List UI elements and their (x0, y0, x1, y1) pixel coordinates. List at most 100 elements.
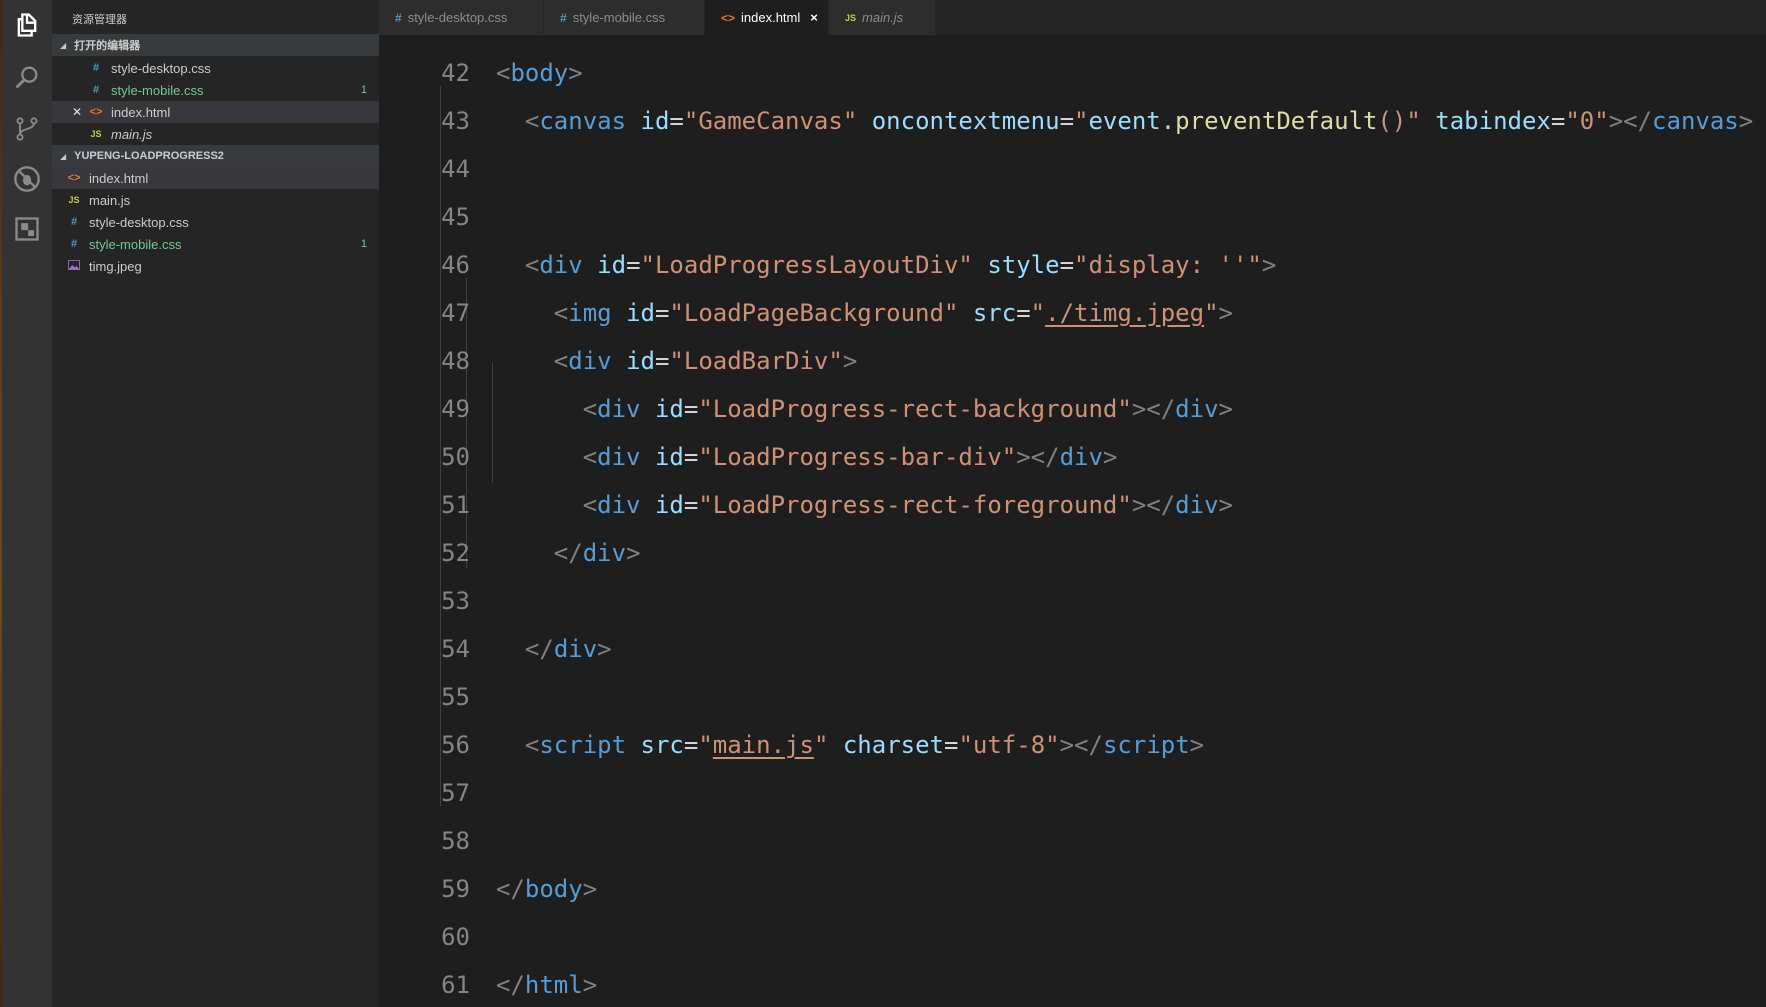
code-token: id (597, 251, 627, 279)
window-edge (0, 0, 2, 1007)
code-line[interactable]: 55 (379, 673, 1766, 721)
code-line[interactable]: 54 </div> (379, 625, 1766, 673)
code-token: oncontextmenu (871, 107, 1060, 135)
code-token: < (582, 491, 598, 519)
line-number: 54 (441, 635, 470, 663)
line-number: 61 (441, 971, 470, 999)
code-token: id (654, 395, 684, 423)
code-line[interactable]: 57 (379, 769, 1766, 817)
code-token: "0" (1565, 107, 1609, 135)
collapse-triangle-icon: ◢ (60, 151, 67, 161)
code-token: " (1030, 299, 1046, 327)
code-text: <div id="LoadProgress-rect-background"><… (496, 385, 1233, 433)
code-token: div (1175, 491, 1219, 519)
line-number: 43 (441, 107, 470, 135)
tab-main-js[interactable]: JS main.js (829, 0, 936, 35)
line-number: 57 (441, 779, 470, 807)
code-line[interactable]: 44 (379, 145, 1766, 193)
code-line[interactable]: 48 <div id="LoadBarDiv"> (379, 337, 1766, 385)
line-number: 52 (441, 539, 470, 567)
code-token: > (1218, 395, 1233, 423)
code-text: <img id="LoadPageBackground" src="./timg… (496, 289, 1233, 337)
image-icon (67, 259, 81, 273)
problem-badge: 1 (360, 84, 367, 96)
code-token: = (683, 491, 699, 519)
source-control-icon[interactable] (12, 114, 42, 144)
code-token: </ (553, 539, 583, 567)
tree-item[interactable]: timg.jpeg (52, 255, 379, 277)
code-token: "LoadBarDiv" (669, 347, 843, 375)
explorer-icon[interactable] (12, 10, 42, 40)
tab-label: main.js (862, 10, 904, 25)
code-token: ></ (1016, 443, 1060, 471)
code-token: = (654, 299, 670, 327)
code-text: <div id="LoadBarDiv"> (496, 337, 857, 385)
line-number: 53 (441, 587, 470, 615)
tab-close-icon[interactable]: × (810, 10, 818, 25)
search-icon[interactable] (12, 62, 42, 92)
code-token: " (1074, 107, 1089, 135)
css-file-icon: # (92, 62, 100, 74)
code-token: body (510, 59, 569, 87)
code-token: = (1059, 251, 1075, 279)
code-token: = (944, 731, 959, 759)
debug-icon[interactable] (12, 164, 42, 194)
project-header[interactable]: ◢ YUPENG-LOADPROGRESS2 (52, 145, 379, 167)
tree-item[interactable]: # style-mobile.css 1 (52, 233, 379, 255)
code-editor[interactable]: 42 <body> 43 <canvas id="GameCanvas" oncon… (379, 35, 1766, 1007)
code-token: = (683, 395, 699, 423)
tree-item[interactable]: # style-desktop.css (52, 211, 379, 233)
code-token: ></ (1059, 731, 1103, 759)
code-line[interactable]: 50 <div id="LoadProgress-bar-div"></div> (379, 433, 1766, 481)
code-token: = (669, 107, 684, 135)
open-editor-item[interactable]: # style-mobile.css 1 (52, 79, 379, 101)
code-token: "LoadProgress-rect-foreground" (698, 491, 1132, 519)
tab-label: style-desktop.css (407, 10, 508, 25)
code-line[interactable]: 60 (379, 913, 1766, 961)
code-token: < (582, 443, 598, 471)
code-token: canvas (1652, 107, 1739, 135)
code-line[interactable]: 47 <img id="LoadPageBackground" src="./t… (379, 289, 1766, 337)
css-file-icon: # (92, 84, 100, 96)
extensions-icon[interactable] (12, 214, 42, 244)
code-line[interactable]: 56 <script src="main.js" charset="utf-8"… (379, 721, 1766, 769)
code-line[interactable]: 51 <div id="LoadProgress-rect-foreground… (379, 481, 1766, 529)
tab-index-html[interactable]: <> index.html × (705, 0, 829, 35)
code-token: preventDefault (1175, 107, 1378, 135)
open-editor-item[interactable]: # style-desktop.css (52, 57, 379, 79)
code-line[interactable]: 45 (379, 193, 1766, 241)
tree-item-active[interactable]: <> index.html (52, 167, 379, 189)
code-token: > (582, 875, 598, 903)
line-number: 48 (441, 347, 470, 375)
open-editor-item[interactable]: JS main.js (52, 123, 379, 145)
code-text: <div id="LoadProgress-bar-div"></div> (496, 433, 1118, 481)
code-line[interactable]: 59 </body> (379, 865, 1766, 913)
code-token: id (626, 299, 655, 327)
tab-label: index.html (741, 10, 801, 25)
open-editors-label: 打开的编辑器 (74, 40, 141, 52)
code-token: img (568, 299, 612, 327)
code-token: > (1738, 107, 1754, 135)
close-icon[interactable]: ✕ (72, 105, 82, 119)
js-file-icon: JS (68, 195, 80, 205)
code-token: "LoadProgressLayoutDiv" (640, 251, 973, 279)
tab-style-desktop[interactable]: # style-desktop.css (379, 0, 544, 35)
line-number: 59 (441, 875, 470, 903)
code-line[interactable]: 42 <body> (379, 49, 1766, 97)
code-token: > (568, 59, 583, 87)
code-line[interactable]: 53 (379, 577, 1766, 625)
tree-item[interactable]: JS main.js (52, 189, 379, 211)
open-editor-item-active[interactable]: ✕ <> index.html (52, 101, 379, 123)
code-token: </ (524, 635, 554, 663)
code-line[interactable]: 61 </html> (379, 961, 1766, 1007)
code-line[interactable]: 43 <canvas id="GameCanvas" oncontextmenu… (379, 97, 1766, 145)
tab-style-mobile[interactable]: # style-mobile.css (544, 0, 705, 35)
code-line[interactable]: 46 <div id="LoadProgressLayoutDiv" style… (379, 241, 1766, 289)
code-line[interactable]: 49 <div id="LoadProgress-rect-background… (379, 385, 1766, 433)
open-editors-header[interactable]: ◢ 打开的编辑器 (52, 34, 379, 56)
code-line[interactable]: 58 (379, 817, 1766, 865)
code-line[interactable]: 52 </div> (379, 529, 1766, 577)
code-token: "LoadPageBackground" (669, 299, 959, 327)
